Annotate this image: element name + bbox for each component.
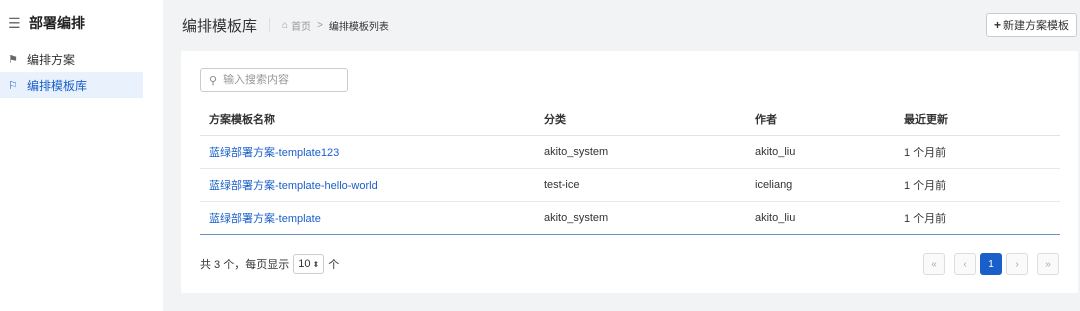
divider <box>269 18 271 32</box>
page-title: 编排模板库 <box>182 17 258 35</box>
prev-page-button[interactable]: ‹ <box>954 253 976 275</box>
author-cell: akito_liu <box>755 146 796 158</box>
author-cell: iceliang <box>755 179 793 191</box>
table-row: 蓝绿部署方案-template akito_system akito_liu 1… <box>200 202 1060 235</box>
category-cell: akito_system <box>544 212 609 224</box>
page-button-current[interactable]: 1 <box>980 253 1002 275</box>
new-template-label: 新建方案模板 <box>1003 20 1069 32</box>
sidebar-item-template-library[interactable]: ⚐ 编排模板库 <box>0 72 143 98</box>
breadcrumb-current: 编排模板列表 <box>328 21 389 33</box>
last-page-button[interactable]: » <box>1037 253 1059 275</box>
template-list-card: ⚲ 方案模板名称 分类 作者 最近更新 蓝绿部署方案-template123 a… <box>181 51 1078 293</box>
sidebar-header: ☰ 部署编排 <box>0 0 163 46</box>
stepper-icon: ⬍ <box>312 259 320 269</box>
total-count-text: 共 3 个，每页显示 <box>200 259 290 271</box>
column-header-author[interactable]: 作者 <box>755 111 904 127</box>
table-header: 方案模板名称 分类 作者 最近更新 <box>200 103 1060 136</box>
sidebar-item-plans[interactable]: ⚑ 编排方案 <box>0 46 163 72</box>
template-table: 方案模板名称 分类 作者 最近更新 蓝绿部署方案-template123 aki… <box>200 103 1060 235</box>
template-name-link[interactable]: 蓝绿部署方案-template-hello-world <box>209 180 378 192</box>
flag-icon: ⚐ <box>8 79 18 92</box>
sidebar: ☰ 部署编排 ⚑ 编排方案 ⚐ 编排模板库 <box>0 0 163 311</box>
next-page-button[interactable]: › <box>1006 253 1028 275</box>
page-size-select[interactable]: 10 ⬍ <box>293 254 325 274</box>
first-page-button[interactable]: « <box>923 253 945 275</box>
updated-cell: 1 个月前 <box>904 147 947 159</box>
pagination: « ‹ 1 › » <box>923 253 1059 275</box>
category-cell: akito_system <box>544 146 609 158</box>
search-input[interactable] <box>223 74 334 86</box>
table-row: 蓝绿部署方案-template-hello-world test-ice ice… <box>200 169 1060 202</box>
table-footer: 共 3 个，每页显示 10 ⬍ 个 <box>200 254 339 274</box>
page-size-value: 10 <box>298 258 311 270</box>
updated-cell: 1 个月前 <box>904 213 947 225</box>
sidebar-title: 部署编排 <box>29 15 85 31</box>
category-cell: test-ice <box>544 179 580 191</box>
breadcrumb: ⌂ 首页 > 编排模板列表 <box>282 18 389 33</box>
template-name-link[interactable]: 蓝绿部署方案-template123 <box>209 147 339 159</box>
sidebar-item-label: 编排模板库 <box>27 78 88 93</box>
search-box[interactable]: ⚲ <box>200 68 348 92</box>
table-row: 蓝绿部署方案-template123 akito_system akito_li… <box>200 136 1060 169</box>
author-cell: akito_liu <box>755 212 796 224</box>
column-header-name[interactable]: 方案模板名称 <box>200 111 544 127</box>
flag-icon: ⚑ <box>8 53 18 66</box>
sidebar-item-label: 编排方案 <box>27 52 76 67</box>
new-template-button[interactable]: + 新建方案模板 <box>985 13 1077 37</box>
breadcrumb-home[interactable]: 首页 <box>291 18 311 33</box>
home-icon: ⌂ <box>282 19 289 31</box>
breadcrumb-separator: > <box>317 19 323 31</box>
column-header-category[interactable]: 分类 <box>544 111 755 127</box>
search-icon: ⚲ <box>209 74 218 87</box>
updated-cell: 1 个月前 <box>904 180 947 192</box>
plus-icon: + <box>993 18 1001 32</box>
sliders-icon: ☰ <box>8 14 21 31</box>
template-name-link[interactable]: 蓝绿部署方案-template <box>209 213 321 225</box>
page-header: 编排模板库 ⌂ 首页 > 编排模板列表 + 新建方案模板 <box>163 0 1080 50</box>
column-header-updated[interactable]: 最近更新 <box>904 111 1060 127</box>
page-size-unit: 个 <box>328 259 340 271</box>
